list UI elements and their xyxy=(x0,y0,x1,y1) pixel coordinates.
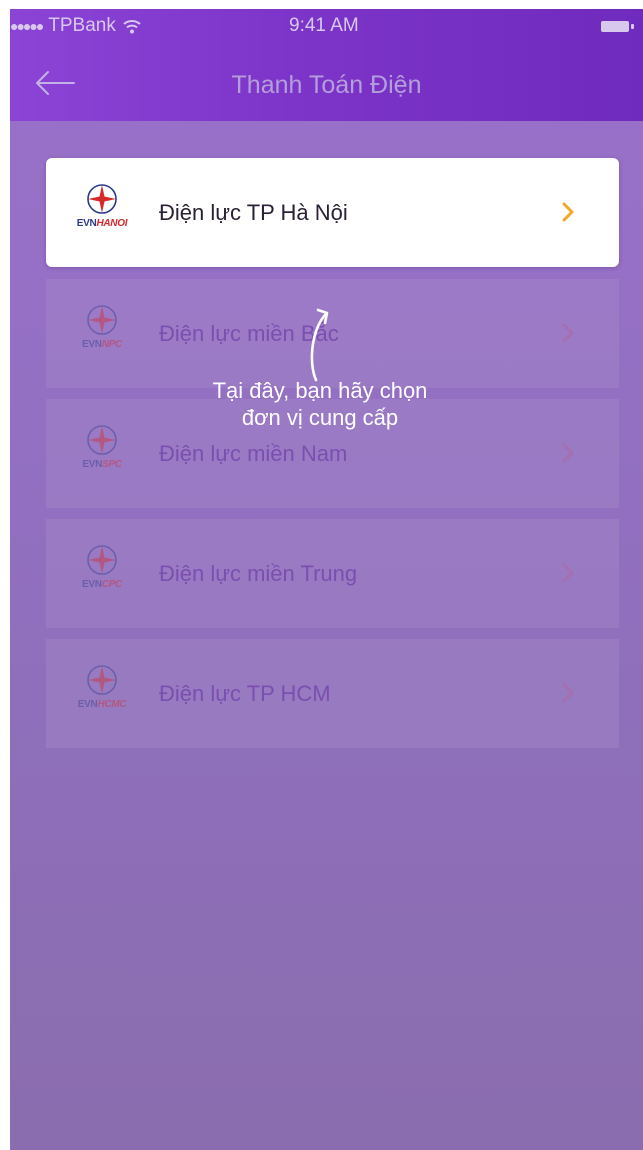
provider-item-hcm[interactable]: EVNHCMC Điện lực TP HCM xyxy=(46,639,619,748)
logo-unit: CPC xyxy=(101,579,123,590)
provider-label: Điện lực TP HCM xyxy=(159,681,331,706)
navigation-bar: Thanh Toán Điện xyxy=(10,51,643,115)
evn-compass-star-icon xyxy=(87,665,117,695)
page-title: Thanh Toán Điện xyxy=(231,71,422,99)
logo-text: EVNHCMC xyxy=(77,699,127,710)
evn-compass-star-icon xyxy=(87,184,117,214)
logo-text: EVNSPC xyxy=(82,459,122,470)
evn-logo: EVNCPC xyxy=(72,543,132,595)
logo-prefix: EVN xyxy=(76,218,97,229)
logo-unit: HCMC xyxy=(97,699,127,710)
logo-unit: NPC xyxy=(101,339,123,350)
content-area: EVNHANOI Điện lực TP Hà Nội EVNNPC Điện … xyxy=(10,121,643,1150)
status-time: 9:41 AM xyxy=(289,15,359,36)
header-bar: ●●●●● TPBank 9:41 AM Thanh Toán Điện xyxy=(10,9,643,121)
logo-unit: SPC xyxy=(102,459,122,470)
logo-unit: HANOI xyxy=(96,218,128,229)
logo-prefix: EVN xyxy=(77,699,98,710)
evn-logo: EVNHANOI xyxy=(72,182,132,234)
chevron-right-icon xyxy=(560,321,576,345)
evn-compass-star-icon xyxy=(87,305,117,335)
logo-prefix: EVN xyxy=(82,579,102,590)
onboarding-tooltip: Tại đây, bạn hãy chọn đơn vị cung cấp xyxy=(170,377,470,431)
evn-logo: EVNNPC xyxy=(72,303,132,355)
logo-text: EVNNPC xyxy=(82,339,122,350)
logo-text: EVNCPC xyxy=(82,579,122,590)
provider-label: Điện lực miền Trung xyxy=(159,561,358,586)
carrier-name: TPBank xyxy=(48,15,116,36)
evn-logo: EVNHCMC xyxy=(72,663,132,715)
signal-strength: ●●●●● xyxy=(10,18,44,34)
logo-prefix: EVN xyxy=(82,459,102,470)
evn-logo: EVNSPC xyxy=(72,423,132,475)
evn-compass-star-icon xyxy=(87,545,117,575)
chevron-right-icon xyxy=(560,441,576,465)
app-screen: ●●●●● TPBank 9:41 AM Thanh Toán Điện EVN… xyxy=(10,9,643,1150)
chevron-right-icon xyxy=(560,681,576,705)
logo-prefix: EVN xyxy=(82,339,102,350)
provider-label: Điện lực TP Hà Nội xyxy=(159,200,348,225)
status-bar: ●●●●● TPBank 9:41 AM xyxy=(10,9,643,41)
carrier-info: ●●●●● TPBank xyxy=(10,15,142,37)
tooltip-line-2: đơn vị cung cấp xyxy=(241,405,399,430)
evn-compass-star-icon xyxy=(87,425,117,455)
wifi-icon xyxy=(122,19,142,34)
tooltip-line-1: Tại đây, bạn hãy chọn xyxy=(212,378,428,403)
chevron-right-icon xyxy=(560,200,576,224)
battery-tip xyxy=(631,24,634,29)
provider-item-hanoi[interactable]: EVNHANOI Điện lực TP Hà Nội xyxy=(46,158,619,267)
provider-item-mien-trung[interactable]: EVNCPC Điện lực miền Trung xyxy=(46,519,619,628)
chevron-right-icon xyxy=(560,561,576,585)
battery-icon xyxy=(601,21,629,32)
curved-arrow-up-icon xyxy=(306,304,338,384)
logo-text: EVNHANOI xyxy=(76,218,128,229)
